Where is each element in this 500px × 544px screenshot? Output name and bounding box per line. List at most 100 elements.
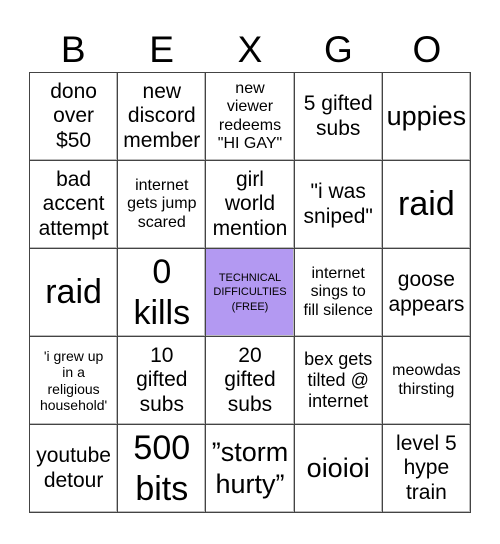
- cell-text: bad accent attempt: [39, 168, 109, 240]
- bingo-cell[interactable]: ”storm hurty”: [206, 425, 295, 513]
- cell-text: meowdas thirsting: [392, 362, 460, 399]
- cell-text: raid: [398, 184, 455, 225]
- cell-text-line: sniped": [303, 204, 373, 228]
- cell-text: new viewer redeems "HI GAY": [218, 80, 282, 154]
- cell-text-line: bex gets: [304, 349, 373, 370]
- cell-text-line: subs: [227, 392, 273, 416]
- cell-text-line: household': [39, 396, 108, 413]
- cell-text-line: internet: [308, 390, 369, 411]
- bingo-cell[interactable]: 20 gifted subs: [206, 337, 295, 425]
- cell-text: raid: [45, 272, 102, 313]
- bingo-cell[interactable]: internet gets jump scared: [118, 161, 207, 249]
- cell-text-line: internet: [311, 264, 365, 282]
- bingo-cell[interactable]: 5 gifted subs: [294, 73, 383, 161]
- cell-text: TECHNICAL DIFFICULTIES (FREE): [213, 271, 286, 314]
- bingo-cell[interactable]: 'i grew up in a religious household': [30, 337, 119, 425]
- header-letter: E: [149, 29, 174, 70]
- bingo-grid: dono over $50 new discord member new viewer rede…: [29, 72, 471, 513]
- cell-text-line: appears: [388, 292, 465, 316]
- cell-text-line: raid: [398, 185, 455, 224]
- cell-text: dono over $50: [50, 80, 97, 152]
- cell-text-line: 5 gifted: [303, 92, 373, 116]
- cell-text-line: over: [53, 104, 95, 128]
- cell-text-line: detour: [43, 468, 104, 492]
- bingo-cell[interactable]: level 5 hype train: [382, 425, 471, 513]
- cell-text-line: 10: [150, 344, 174, 368]
- cell-text-line: fill silence: [303, 301, 373, 319]
- cell-text-line: tilted @: [307, 370, 369, 391]
- cell-text-line: world: [224, 192, 276, 216]
- cell-text-line: raid: [45, 273, 102, 312]
- header-letter: G: [324, 29, 353, 70]
- cell-text-line: girl: [235, 168, 264, 192]
- cell-text-line: mention: [212, 216, 288, 240]
- cell-text-line: "i was: [310, 180, 366, 204]
- bingo-cell[interactable]: raid: [382, 161, 471, 249]
- cell-text: level 5 hype train: [396, 432, 457, 504]
- free-space-cell[interactable]: TECHNICAL DIFFICULTIES (FREE): [206, 249, 295, 337]
- cell-text: 20 gifted subs: [224, 344, 275, 416]
- bingo-cell[interactable]: "i was sniped": [294, 161, 383, 249]
- cell-text-line: 'i grew up: [43, 348, 104, 365]
- bingo-cell[interactable]: 10 gifted subs: [118, 337, 207, 425]
- bingo-cell[interactable]: new viewer redeems "HI GAY": [206, 73, 295, 161]
- cell-text: "i was sniped": [304, 180, 373, 228]
- cell-text-line: subs: [316, 116, 361, 140]
- bingo-cell[interactable]: meowdas thirsting: [382, 337, 471, 425]
- cell-text: 10 gifted subs: [136, 344, 187, 416]
- bingo-cell[interactable]: uppies: [382, 73, 471, 161]
- bingo-cell[interactable]: internet sings to fill silence: [294, 249, 383, 337]
- cell-text-line: dono: [50, 80, 97, 104]
- bingo-cell[interactable]: oioioi: [294, 425, 383, 513]
- cell-text-line: oioioi: [306, 452, 370, 483]
- cell-text-line: ”storm: [211, 437, 289, 468]
- bingo-cell[interactable]: raid: [30, 249, 119, 337]
- cell-text-line: level 5: [396, 432, 457, 456]
- bingo-cell[interactable]: youtube detour: [30, 425, 119, 513]
- cell-text-line: redeems: [218, 116, 282, 134]
- cell-text-line: $50: [56, 128, 92, 152]
- cell-text: goose appears: [388, 268, 464, 316]
- cell-text: internet sings to fill silence: [304, 265, 373, 320]
- cell-text-line: thirsting: [398, 380, 455, 398]
- bingo-cell[interactable]: new discord member: [118, 73, 207, 161]
- cell-text: uppies: [387, 101, 467, 132]
- header-letter: X: [237, 29, 263, 70]
- header-letter: O: [412, 29, 442, 70]
- cell-text-line: gets jump: [127, 195, 197, 213]
- cell-text-line: in a: [62, 364, 85, 381]
- cell-text-line: attempt: [38, 216, 109, 240]
- cell-text-line: meowdas: [392, 362, 461, 380]
- cell-text-line: viewer: [226, 98, 274, 116]
- bingo-cell[interactable]: dono over $50: [30, 73, 119, 161]
- cell-text: 500 bits: [133, 428, 190, 510]
- cell-text-line: internet: [135, 176, 189, 194]
- bingo-cell[interactable]: bad accent attempt: [30, 161, 119, 249]
- cell-text: youtube detour: [36, 444, 111, 492]
- cell-text: girl world mention: [213, 168, 288, 240]
- cell-text: internet gets jump scared: [127, 177, 196, 232]
- bingo-cell[interactable]: girl world mention: [206, 161, 295, 249]
- bingo-cell[interactable]: 500 bits: [118, 425, 207, 513]
- cell-text-line: gifted: [224, 368, 276, 392]
- cell-text-line: 20: [238, 344, 262, 368]
- cell-text-line: uppies: [386, 100, 467, 131]
- bingo-cell[interactable]: goose appears: [382, 249, 471, 337]
- cell-text-line: DIFFICULTIES: [213, 286, 287, 299]
- cell-text-line: sings to: [310, 283, 366, 301]
- cell-text-line: religious: [47, 380, 100, 397]
- cell-text-line: TECHNICAL: [218, 272, 282, 285]
- cell-text-line: subs: [139, 392, 184, 416]
- cell-text: oioioi: [307, 453, 370, 484]
- cell-text-line: discord: [127, 104, 196, 128]
- cell-text-line: hurty”: [215, 468, 285, 499]
- cell-text-line: bits: [135, 469, 189, 508]
- cell-text-line: 0: [152, 252, 172, 291]
- bingo-cell[interactable]: bex gets tilted @ internet: [294, 337, 383, 425]
- cell-text-line: new: [142, 80, 182, 104]
- cell-text-line: kills: [133, 293, 191, 332]
- cell-text: bex gets tilted @ internet: [304, 349, 372, 411]
- bingo-cell[interactable]: 0 kills: [118, 249, 207, 337]
- cell-text-line: member: [123, 128, 201, 152]
- cell-text-line: 500: [133, 428, 191, 467]
